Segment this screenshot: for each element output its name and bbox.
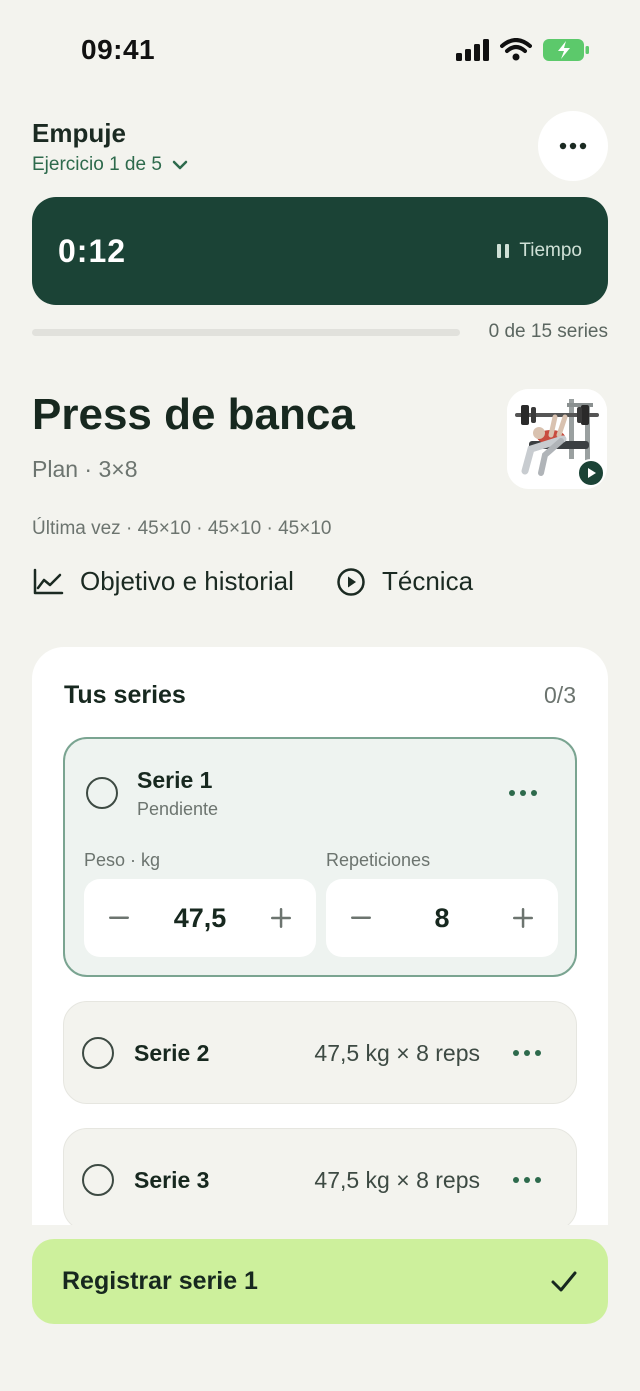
set-name: Serie 2 xyxy=(134,1040,210,1066)
weight-stepper: 47,5 xyxy=(84,879,316,957)
set-name: Serie 1 xyxy=(137,767,213,793)
checkmark-icon xyxy=(551,1271,577,1291)
more-options-button[interactable] xyxy=(538,111,608,181)
history-link-label: Objetivo e historial xyxy=(80,566,294,596)
minus-icon xyxy=(109,916,129,919)
timer-card: 0:12 Tiempo xyxy=(32,197,608,305)
set-options-button[interactable] xyxy=(513,1177,541,1183)
minus-icon xyxy=(351,916,371,919)
chevron-down-icon xyxy=(172,160,188,170)
play-video-button[interactable] xyxy=(577,459,605,487)
technique-link-label: Técnica xyxy=(382,566,474,596)
timer-value: 0:12 xyxy=(58,232,127,269)
set-complete-checkbox[interactable] xyxy=(82,1037,114,1069)
signal-icon xyxy=(456,39,489,61)
exercise-plan: Plan · 3×8 xyxy=(32,456,138,482)
pause-timer-button[interactable]: Tiempo xyxy=(497,240,582,262)
set-detail: 47,5 kg × 8 reps xyxy=(314,1040,480,1066)
status-time: 09:41 xyxy=(81,34,156,65)
sets-title: Tus series xyxy=(64,681,186,709)
weight-decrease-button[interactable] xyxy=(104,903,134,933)
set-options-button[interactable] xyxy=(509,790,537,796)
set-complete-checkbox[interactable] xyxy=(86,777,118,809)
last-time-summary: Última vez · 45×10 · 45×10 · 45×10 xyxy=(32,518,332,539)
play-icon xyxy=(588,468,596,478)
set-card-active[interactable]: Serie 1 Pendiente Peso · kg Repeticiones… xyxy=(63,737,577,977)
workout-title: Empuje xyxy=(32,118,126,148)
set-complete-checkbox[interactable] xyxy=(82,1164,114,1196)
exercise-counter: Ejercicio 1 de 5 xyxy=(32,154,162,175)
register-set-label: Registrar serie 1 xyxy=(62,1267,258,1295)
reps-increase-button[interactable] xyxy=(508,903,538,933)
reps-value[interactable]: 8 xyxy=(434,903,449,934)
set-row[interactable]: Serie 2 47,5 kg × 8 reps xyxy=(63,1001,577,1104)
set-row[interactable]: Serie 3 47,5 kg × 8 reps xyxy=(63,1128,577,1231)
sets-card: Tus series 0/3 Serie 1 Pendiente Peso · … xyxy=(32,647,608,1247)
technique-link[interactable]: Técnica xyxy=(336,566,473,597)
set-detail: 47,5 kg × 8 reps xyxy=(314,1167,480,1193)
register-set-button[interactable]: Registrar serie 1 xyxy=(32,1239,608,1324)
more-horizontal-icon xyxy=(559,142,587,150)
set-status: Pendiente xyxy=(137,799,219,819)
play-circle-icon xyxy=(337,567,365,596)
workout-progress-bar xyxy=(32,329,460,336)
battery-icon xyxy=(543,39,589,61)
history-link[interactable]: Objetivo e historial xyxy=(32,566,294,597)
reps-decrease-button[interactable] xyxy=(346,903,376,933)
chart-line-icon xyxy=(33,568,64,594)
exercise-name: Press de banca xyxy=(32,390,355,439)
plus-icon xyxy=(513,908,533,928)
reps-stepper: 8 xyxy=(326,879,558,957)
sets-count: 0/3 xyxy=(544,682,576,708)
status-bar: 09:41 xyxy=(0,0,640,100)
pause-icon xyxy=(497,244,510,258)
set-name: Serie 3 xyxy=(134,1167,210,1193)
exercise-video-thumbnail[interactable] xyxy=(507,389,607,489)
wifi-icon xyxy=(500,38,532,61)
reps-label: Repeticiones xyxy=(326,850,431,870)
exercise-picker[interactable]: Ejercicio 1 de 5 xyxy=(32,154,188,176)
weight-increase-button[interactable] xyxy=(266,903,296,933)
weight-value[interactable]: 47,5 xyxy=(174,903,227,934)
status-icons xyxy=(456,38,590,62)
set-options-button[interactable] xyxy=(513,1050,541,1056)
pause-label: Tiempo xyxy=(519,240,582,261)
workout-progress-text: 0 de 15 series xyxy=(488,321,608,342)
plus-icon xyxy=(271,908,291,928)
weight-label: Peso · kg xyxy=(84,850,161,870)
